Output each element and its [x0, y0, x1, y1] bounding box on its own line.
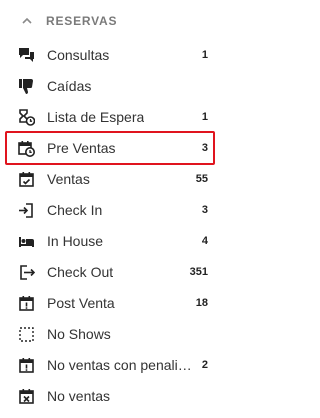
- sidebar-item-consultas[interactable]: Consultas 1: [0, 40, 226, 70]
- sidebar-item-label: No ventas: [47, 388, 111, 404]
- sidebar-item-label: Post Venta: [47, 295, 115, 311]
- calendar-exclamation-icon: [18, 295, 35, 312]
- section-title: RESERVAS: [46, 14, 118, 28]
- item-count: 3: [201, 204, 208, 216]
- sidebar-item-check-out[interactable]: Check Out 351: [0, 257, 226, 287]
- item-count: 1: [201, 111, 208, 123]
- sidebar-item-no-ventas[interactable]: No ventas: [0, 381, 226, 411]
- item-count: 18: [195, 297, 208, 309]
- chevron-up-icon: [21, 15, 33, 27]
- section-header-reservas[interactable]: RESERVAS: [0, 6, 226, 36]
- sidebar-item-label: Check Out: [47, 264, 114, 280]
- sidebar-item-label: In House: [47, 233, 104, 249]
- chat-icon: [18, 47, 35, 64]
- item-count: 351: [189, 266, 208, 278]
- item-count: 3: [201, 142, 208, 154]
- sidebar-item-label: Check In: [47, 202, 103, 218]
- calendar-x-icon: [18, 388, 35, 405]
- hourglass-icon: [18, 109, 35, 126]
- calendar-clock-icon: [18, 140, 35, 157]
- item-count: 1: [201, 49, 208, 61]
- sidebar-item-in-house[interactable]: In House 4: [0, 226, 226, 256]
- item-count: 2: [201, 359, 208, 371]
- sidebar-item-label: No ventas con penalid...: [47, 357, 197, 373]
- sidebar-item-ventas[interactable]: Ventas 55: [0, 164, 226, 194]
- sidebar-item-label: Consultas: [47, 47, 110, 63]
- thumbs-down-icon: [18, 78, 35, 95]
- item-count: 55: [195, 173, 208, 185]
- sign-in-icon: [18, 202, 35, 219]
- sidebar-item-no-ventas-con-penalidad[interactable]: No ventas con penalid... 2: [0, 350, 226, 380]
- item-count: 4: [201, 235, 208, 247]
- sidebar-item-lista-de-espera[interactable]: Lista de Espera 1: [0, 102, 226, 132]
- sidebar-item-label: Pre Ventas: [47, 140, 116, 156]
- sidebar-item-no-shows[interactable]: No Shows: [0, 319, 226, 349]
- sidebar-item-caidas[interactable]: Caídas: [0, 71, 226, 101]
- sidebar-item-label: No Shows: [47, 326, 111, 342]
- sidebar-item-pre-ventas[interactable]: Pre Ventas 3: [0, 131, 226, 165]
- sidebar-item-label: Caídas: [47, 78, 92, 94]
- sidebar-item-post-venta[interactable]: Post Venta 18: [0, 288, 226, 318]
- sign-out-icon: [18, 264, 35, 281]
- dashed-square-icon: [18, 326, 35, 343]
- calendar-exclamation-icon: [18, 357, 35, 374]
- sidebar-item-label: Ventas: [47, 171, 90, 187]
- bed-icon: [18, 233, 35, 250]
- sidebar-item-label: Lista de Espera: [47, 109, 145, 125]
- sidebar-item-check-in[interactable]: Check In 3: [0, 195, 226, 225]
- calendar-check-icon: [18, 171, 35, 188]
